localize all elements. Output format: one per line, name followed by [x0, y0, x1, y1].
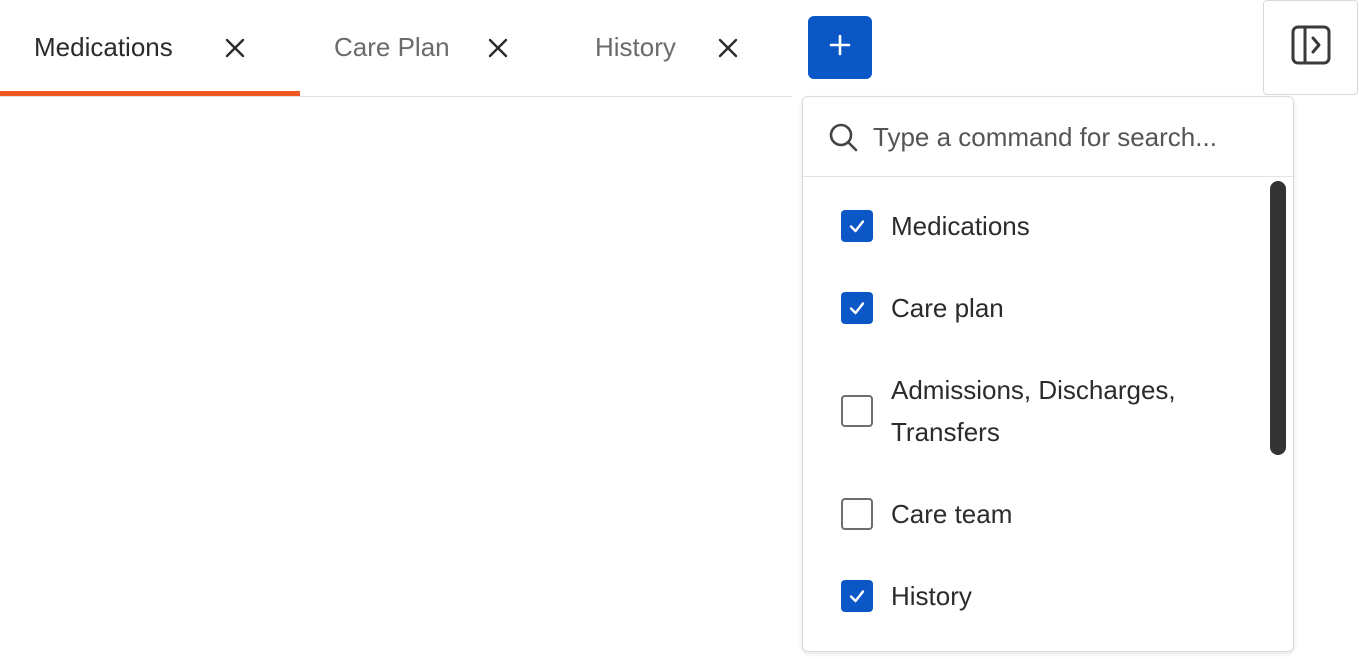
option-medications[interactable]: Medications — [803, 205, 1263, 247]
checkbox-unchecked[interactable] — [841, 498, 873, 530]
search-row — [803, 97, 1293, 177]
tab-bar: Medications Care Plan History — [0, 0, 792, 97]
close-icon[interactable] — [485, 35, 511, 61]
option-history[interactable]: History — [803, 575, 1263, 617]
checkbox-checked[interactable] — [841, 580, 873, 612]
dropdown-scrollbar[interactable] — [1270, 181, 1286, 455]
option-label: Care plan — [891, 293, 1004, 323]
app-root: Medications Care Plan History Type a com… — [0, 0, 1359, 659]
checkbox-checked[interactable] — [841, 210, 873, 242]
option-care-team[interactable]: Care team — [803, 493, 1263, 535]
option-care-plan[interactable]: Care plan — [803, 287, 1263, 329]
checkbox-checked[interactable] — [841, 292, 873, 324]
add-tab-button[interactable] — [808, 16, 872, 79]
panel-toggle-button[interactable] — [1263, 0, 1358, 95]
option-label: Care team — [891, 499, 1013, 529]
tab-label: Medications — [34, 32, 173, 62]
checkbox-unchecked[interactable] — [841, 395, 873, 427]
panel-expand-icon — [1290, 24, 1332, 71]
option-label: Admissions, Discharges, Transfers — [891, 375, 1176, 447]
search-icon — [827, 121, 859, 153]
option-label: History — [891, 581, 972, 611]
tab-care-plan[interactable]: Care Plan — [300, 0, 545, 95]
tab-label: History — [595, 32, 676, 62]
plus-icon — [828, 33, 852, 62]
close-icon[interactable] — [715, 35, 741, 61]
command-search-input[interactable] — [873, 115, 1273, 159]
tab-picker-dropdown: Medications Care plan Admissions, Discha… — [802, 96, 1294, 652]
close-icon[interactable] — [222, 35, 248, 61]
option-label: Medications — [891, 211, 1030, 241]
option-admissions-discharges-transfers[interactable]: Admissions, Discharges, Transfers — [803, 369, 1263, 453]
tab-medications[interactable]: Medications — [0, 0, 300, 96]
tab-label: Care Plan — [334, 32, 450, 62]
tab-history[interactable]: History — [545, 0, 792, 95]
